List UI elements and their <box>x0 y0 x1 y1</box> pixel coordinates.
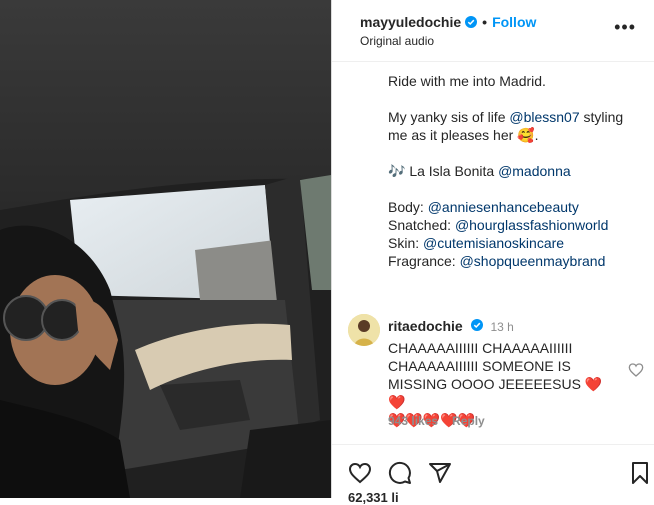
follow-button[interactable]: Follow <box>492 14 536 30</box>
share-icon[interactable] <box>428 461 452 485</box>
comment-likes[interactable]: 943 likes <box>388 414 438 428</box>
credit-line: Fragrance: @shopqueenmaybrand <box>388 253 606 269</box>
commenter-avatar[interactable] <box>348 314 380 346</box>
mention-link[interactable]: @cutemisianoskincare <box>423 235 564 251</box>
music-emoji: 🎶 <box>388 163 406 179</box>
heart-icon[interactable] <box>348 461 372 485</box>
verified-badge-icon <box>470 319 483 331</box>
comment-like-heart-icon[interactable] <box>628 362 644 378</box>
mention-link[interactable]: @anniesenhancebeauty <box>428 199 579 215</box>
mention-link[interactable]: @blessn07 <box>509 109 579 125</box>
comment-body: ritaedochie 13 h CHAAAAAIIIIII CHAAAAAII… <box>388 317 608 429</box>
bookmark-icon[interactable] <box>628 461 652 485</box>
avatar-image <box>348 314 380 346</box>
reply-button[interactable]: Reply <box>452 414 485 428</box>
credit-line: Body: @anniesenhancebeauty <box>388 199 579 215</box>
mention-link[interactable]: @hourglassfashionworld <box>455 217 609 233</box>
commenter-username[interactable]: ritaedochie <box>388 318 463 334</box>
post-details-panel: mayyuledochie • Follow Original audio ••… <box>331 0 654 505</box>
comment-meta: 943 likes Reply <box>388 414 485 428</box>
mention-link[interactable]: @shopqueenmaybrand <box>460 253 606 269</box>
caption-line: My yanky sis of life @blessn07 styling m… <box>388 109 624 143</box>
author-username[interactable]: mayyuledochie <box>360 14 461 30</box>
comment-text: CHAAAAAIIIIII CHAAAAAIIIIII CHAAAAAIIIII… <box>388 340 581 392</box>
credit-line: Snatched: @hourglassfashionworld <box>388 217 609 233</box>
separator-dot: • <box>482 14 488 30</box>
comment-icon[interactable] <box>388 461 412 485</box>
post-header: mayyuledochie • Follow Original audio ••… <box>332 0 654 62</box>
more-options-icon[interactable]: ••• <box>614 18 636 36</box>
post-author: mayyuledochie • Follow <box>360 14 536 30</box>
caption-music-line: 🎶 La Isla Bonita @madonna <box>388 163 571 179</box>
mention-link[interactable]: @madonna <box>498 163 571 179</box>
caption-line: Ride with me into Madrid. <box>388 73 546 89</box>
comment-timestamp[interactable]: 13 h <box>490 320 513 334</box>
post-video[interactable] <box>0 0 331 498</box>
post-caption: Ride with me into Madrid. My yanky sis o… <box>388 72 638 270</box>
audio-link[interactable]: Original audio <box>360 34 434 48</box>
video-frame <box>0 0 331 498</box>
credit-line: Skin: @cutemisianoskincare <box>388 235 565 251</box>
verified-badge-icon <box>465 16 478 28</box>
